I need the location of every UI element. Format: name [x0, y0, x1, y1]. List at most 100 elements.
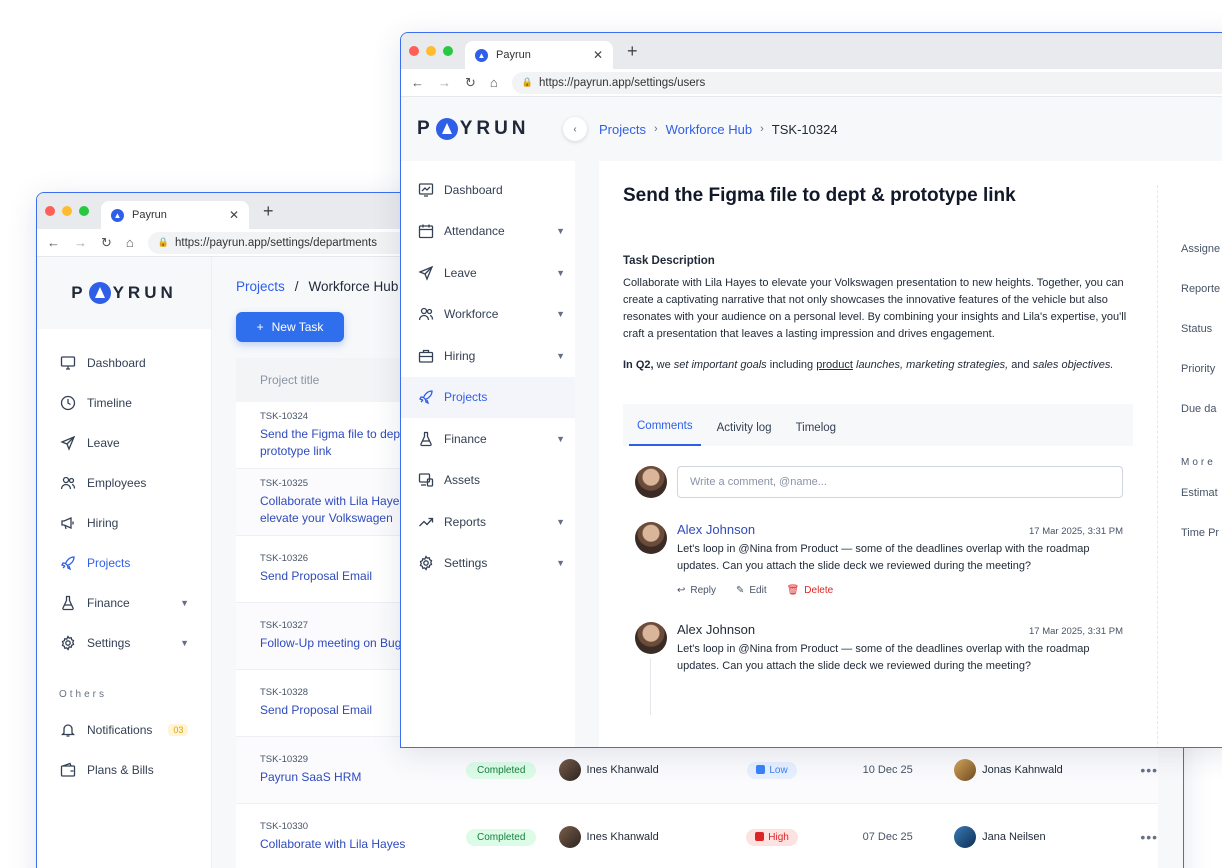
delete-button[interactable]: 🗑 Delete [787, 585, 834, 596]
minimize-window-button[interactable] [426, 46, 436, 56]
back-arrow-icon[interactable]: ← [47, 235, 60, 250]
sidebar-item-finance[interactable]: Finance ▼ [59, 583, 211, 623]
sidebar-item-employees[interactable]: Employees [59, 463, 211, 503]
minimize-window-button[interactable] [62, 206, 72, 216]
reply-icon: ↩ [677, 585, 686, 596]
tab-comments[interactable]: Comments [629, 420, 701, 446]
more-options-icon[interactable]: ••• [1140, 762, 1158, 778]
breadcrumb-workforce-hub[interactable]: Workforce Hub [666, 122, 752, 137]
chevron-down-icon[interactable]: ▼ [556, 226, 565, 236]
status-cell: Completed [444, 828, 559, 846]
rocket-icon [417, 388, 435, 406]
new-task-button[interactable]: + New Task [236, 312, 344, 342]
meta-label: Estimat [1181, 487, 1218, 499]
sidebar-item-label: Hiring [444, 348, 476, 363]
breadcrumb: Projects › Workforce Hub › TSK-10324 [599, 97, 1222, 161]
chevron-down-icon[interactable]: ▼ [556, 558, 565, 568]
reload-icon[interactable]: ↻ [465, 75, 476, 91]
breadcrumb-projects[interactable]: Projects [599, 122, 646, 137]
sidebar-item-hiring[interactable]: Hiring [59, 503, 211, 543]
table-row[interactable]: TSK-10330 Collaborate with Lila Hayes Comp… [236, 804, 1158, 868]
task-description-goals: In Q2, we set important goals including … [623, 357, 1133, 374]
chevron-down-icon[interactable]: ▼ [556, 268, 565, 278]
sidebar-item-dashboard[interactable]: Dashboard [59, 343, 211, 383]
sidebar-item-plans-bills[interactable]: Plans & Bills [59, 750, 211, 790]
edit-button[interactable]: ✎ Edit [736, 585, 767, 596]
task-title-link[interactable]: Collaborate with Lila Hayes [260, 836, 444, 853]
more-options-icon[interactable]: ••• [1140, 829, 1158, 845]
sidebar-item-reports[interactable]: Reports ▼ [401, 501, 575, 543]
sidebar-item-projects[interactable]: Projects [59, 543, 211, 583]
back-arrow-icon[interactable]: ← [411, 75, 424, 90]
close-tab-icon[interactable]: ✕ [229, 208, 239, 222]
sidebar-item-projects[interactable]: Projects [401, 376, 575, 418]
priority-cell: High [711, 828, 834, 846]
priority-badge: Low [747, 761, 797, 779]
reporter-cell: Jonas Kahnwald [954, 759, 1106, 781]
sidebar-item-settings[interactable]: Settings ▼ [59, 623, 211, 663]
sidebar-item-settings[interactable]: Settings ▼ [401, 543, 575, 585]
breadcrumb-workforce-hub[interactable]: Workforce Hub [309, 279, 399, 294]
reload-icon[interactable]: ↻ [101, 235, 112, 251]
new-tab-icon[interactable]: + [627, 41, 638, 62]
task-meta-column: Assigne Reporte Status Priority Due da More Es… [1181, 243, 1220, 567]
comment-input[interactable]: Write a comment, @name... [677, 466, 1123, 498]
comment-author[interactable]: Alex Johnson [677, 522, 755, 537]
payrun-logo[interactable]: P YRUN [71, 269, 177, 317]
comment-timestamp: 17 Mar 2025, 3:31 PM [1029, 526, 1123, 537]
new-tab-icon[interactable]: + [263, 201, 274, 222]
sidebar-item-attendance[interactable]: Attendance ▼ [401, 211, 575, 253]
meta-label: Assigne [1181, 243, 1221, 255]
payrun-logo[interactable]: P YRUN [417, 118, 530, 140]
bell-icon [59, 721, 77, 739]
sidebar-item-label: Assets [444, 473, 481, 488]
sidebar-item-hiring[interactable]: Hiring ▼ [401, 335, 575, 377]
sidebar-item-leave[interactable]: Leave [59, 423, 211, 463]
close-window-button[interactable] [409, 46, 419, 56]
browser-tab[interactable]: ▲ Payrun ✕ [101, 201, 249, 229]
collapse-sidebar-button[interactable]: ‹ [563, 117, 587, 141]
tab-activity-log[interactable]: Activity log [709, 422, 780, 446]
avatar [954, 826, 977, 848]
close-window-button[interactable] [45, 206, 55, 216]
sidebar-item-finance[interactable]: Finance ▼ [401, 418, 575, 460]
chevron-down-icon[interactable]: ▼ [180, 638, 189, 648]
sidebar-item-assets[interactable]: Assets [401, 460, 575, 502]
notification-count-badge: 03 [168, 724, 189, 736]
chevron-down-icon[interactable]: ▼ [556, 434, 565, 444]
home-icon[interactable]: ⌂ [126, 235, 134, 250]
tab-timelog[interactable]: Timelog [788, 422, 844, 446]
maximize-window-button[interactable] [443, 46, 453, 56]
assignee-name: Ines Khanwald [586, 831, 659, 843]
delete-label: Delete [804, 585, 834, 596]
chevron-down-icon[interactable]: ▼ [556, 517, 565, 527]
breadcrumb-projects[interactable]: Projects [236, 279, 285, 294]
chevron-down-icon[interactable]: ▼ [556, 309, 565, 319]
sidebar-item-workforce[interactable]: Workforce ▼ [401, 294, 575, 336]
close-tab-icon[interactable]: ✕ [593, 48, 603, 62]
goals-text-1: we [653, 359, 674, 371]
breadcrumb-separator: / [294, 279, 299, 294]
reply-button[interactable]: ↩ Reply [677, 585, 716, 596]
others-nav: Notifications 03 Plans & Bills [37, 710, 211, 790]
sidebar-item-timeline[interactable]: Timeline [59, 383, 211, 423]
avatar [635, 466, 667, 498]
chart-icon [417, 181, 435, 199]
browser-tab[interactable]: ▲ Payrun ✕ [465, 41, 613, 69]
forward-arrow-icon[interactable]: → [438, 75, 451, 90]
sidebar-item-leave[interactable]: Leave ▼ [401, 252, 575, 294]
chevron-down-icon[interactable]: ▼ [180, 598, 189, 608]
forward-arrow-icon[interactable]: → [74, 235, 87, 250]
sidebar-item-notifications[interactable]: Notifications 03 [59, 710, 211, 750]
task-title-link[interactable]: Payrun SaaS HRM [260, 769, 444, 786]
sidebar-item-dashboard[interactable]: Dashboard [401, 169, 575, 211]
sidebar-item-label: Settings [87, 636, 131, 650]
comment-author[interactable]: Alex Johnson [677, 622, 755, 637]
maximize-window-button[interactable] [79, 206, 89, 216]
meta-label: Priority [1181, 363, 1216, 375]
home-icon[interactable]: ⌂ [490, 75, 498, 90]
chevron-down-icon[interactable]: ▼ [556, 351, 565, 361]
url-field[interactable]: 🔒 https://payrun.app/settings/users [511, 71, 1222, 94]
priority-label: Low [769, 764, 788, 776]
sidebar-nav: Dashboard Timeline Leave Employees Hiring Pro… [37, 329, 211, 663]
